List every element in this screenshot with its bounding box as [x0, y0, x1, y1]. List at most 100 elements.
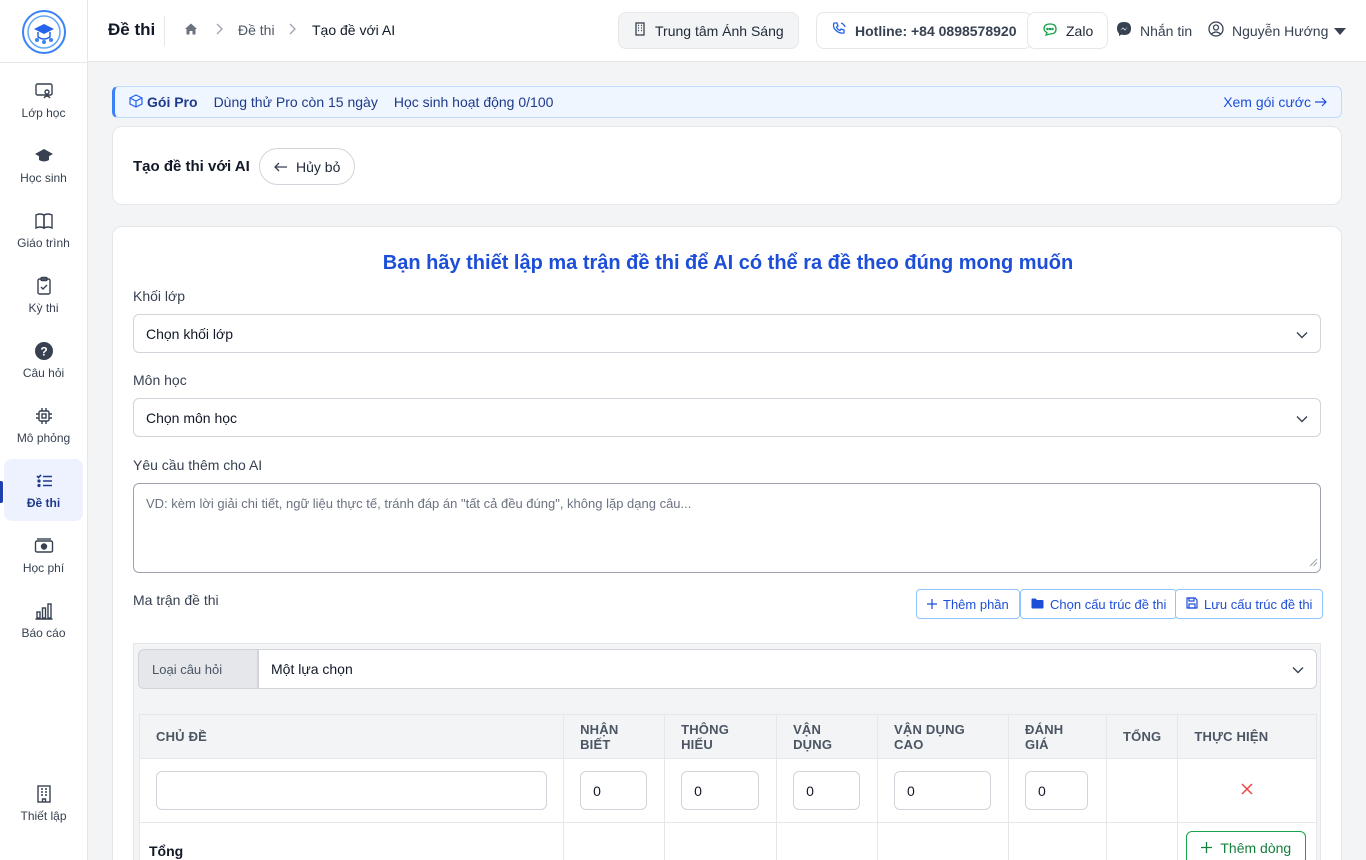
- sidebar-item-hoc-sinh[interactable]: Học sinh: [4, 134, 83, 196]
- subject-select-value: Chọn môn học: [146, 409, 238, 426]
- money-icon: [34, 536, 54, 556]
- add-row-button[interactable]: Thêm dòng: [1186, 831, 1307, 860]
- zalo-label: Zalo: [1066, 22, 1094, 39]
- cancel-label: Hủy bỏ: [296, 158, 341, 175]
- chevron-right-icon: [287, 22, 297, 39]
- plus-icon: [1201, 840, 1220, 856]
- messenger-link[interactable]: Nhắn tin: [1116, 12, 1192, 49]
- total-cell: [664, 822, 778, 860]
- total-label-cell: Tổng: [138, 822, 565, 860]
- question-type-value: Một lựa chọn: [271, 661, 353, 677]
- caret-down-icon: [1334, 23, 1354, 39]
- row-total-cell: [1105, 758, 1179, 823]
- sidebar-item-label: Mô phỏng: [16, 430, 71, 445]
- cancel-button[interactable]: Hủy bỏ: [259, 148, 356, 185]
- delete-row-button[interactable]: [1194, 782, 1300, 799]
- user-menu[interactable]: Nguyễn Hướng: [1208, 12, 1354, 49]
- graduation-cap-icon: [34, 146, 54, 166]
- center-name: Trung tâm Ánh Sáng: [655, 22, 784, 39]
- column-header: CHỦ ĐỀ: [138, 714, 565, 759]
- ai-request-textarea[interactable]: VD: kèm lời giải chi tiết, ngữ liệu thực…: [133, 483, 1321, 573]
- apply-high-cell: 0: [877, 758, 1010, 823]
- column-header: TỔNG: [1105, 714, 1179, 759]
- sidebar-item-thiet-lap[interactable]: Thiết lập: [4, 772, 83, 834]
- apply-input[interactable]: 0: [793, 771, 861, 810]
- question-type-select[interactable]: Một lựa chọn: [258, 649, 1317, 689]
- top-header: Đề thi Đề thi Tạo đề với AI Trung tâm Án…: [88, 0, 1366, 62]
- sidebar-item-cau-hoi[interactable]: ? Câu hỏi: [4, 329, 83, 391]
- add-section-button[interactable]: Thêm phần: [916, 589, 1020, 619]
- column-header: NHẬN BIẾT: [563, 714, 666, 759]
- sidebar-divider: [0, 62, 88, 63]
- header-divider: [164, 16, 165, 46]
- understand-input[interactable]: 0: [681, 771, 760, 810]
- chevron-down-icon: [1296, 410, 1308, 426]
- action-cell: [1177, 758, 1317, 823]
- column-header: ĐÁNH GIÁ: [1008, 714, 1107, 759]
- table-row: 0 0 0 0 0: [138, 758, 1317, 823]
- form-heading: Bạn hãy thiết lập ma trận đề thi để AI c…: [382, 252, 1074, 274]
- hotline-button[interactable]: Hotline: +84 0898578920: [816, 12, 1032, 49]
- sidebar-item-ky-thi[interactable]: Kỳ thi: [4, 264, 83, 326]
- sidebar-item-lop-hoc[interactable]: Lớp học: [4, 69, 83, 131]
- recognize-input[interactable]: 0: [580, 771, 648, 810]
- matrix-table: CHỦ ĐỀ NHẬN BIẾT THÔNG HIỂU VẬN DỤNG VẬN…: [138, 714, 1317, 860]
- column-header: VẬN DỤNG CAO: [877, 714, 1010, 759]
- sidebar-item-giao-trinh[interactable]: Giáo trình: [4, 199, 83, 261]
- page-toolbar-card: Tạo đề thi với AI Hủy bỏ: [112, 126, 1342, 205]
- column-header: VẬN DỤNG: [776, 714, 879, 759]
- sidebar-item-de-thi[interactable]: Đề thi: [4, 459, 83, 521]
- breadcrumb-de-thi[interactable]: Đề thi: [238, 22, 275, 38]
- add-row-label: Thêm dòng: [1220, 840, 1292, 856]
- user-name: Nguyễn Hướng: [1232, 22, 1329, 39]
- add-row-cell: Thêm dòng: [1177, 822, 1317, 860]
- grade-select[interactable]: Chọn khối lớp: [133, 314, 1321, 353]
- evaluate-input[interactable]: 0: [1025, 771, 1089, 810]
- subject-label: Môn học: [133, 372, 187, 388]
- sidebar-item-hoc-phi[interactable]: Học phí: [4, 524, 83, 586]
- arrow-right-icon: [1315, 94, 1327, 110]
- user-circle-icon: [1208, 21, 1232, 40]
- card-title: Tạo đề thi với AI: [133, 158, 250, 175]
- save-structure-button[interactable]: Lưu cấu trúc đề thi: [1175, 589, 1324, 619]
- sidebar-item-label: Học phí: [22, 560, 65, 575]
- messenger-label: Nhắn tin: [1140, 22, 1193, 39]
- grade-select-value: Chọn khối lớp: [146, 325, 234, 342]
- choose-structure-button[interactable]: Chọn cấu trúc đề thi: [1020, 589, 1178, 619]
- topic-cell: [138, 758, 565, 823]
- center-switcher-button[interactable]: Trung tâm Ánh Sáng: [618, 12, 799, 49]
- active-indicator: [0, 481, 3, 503]
- sidebar-item-label: Lớp học: [21, 105, 66, 120]
- chevron-down-icon: [1292, 661, 1304, 677]
- building-icon: [34, 784, 54, 804]
- question-circle-icon: ?: [34, 341, 54, 361]
- resize-handle-icon[interactable]: [1309, 555, 1318, 570]
- chip-icon: [34, 406, 54, 426]
- sidebar-item-bao-cao[interactable]: Báo cáo: [4, 589, 83, 651]
- sidebar-item-label: Đề thi: [26, 495, 61, 510]
- home-icon[interactable]: [184, 22, 198, 39]
- sidebar-item-mo-phong[interactable]: Mô phỏng: [4, 394, 83, 456]
- recognize-cell: 0: [563, 758, 666, 823]
- sidebar-item-label: Kỳ thi: [28, 300, 59, 315]
- evaluate-cell: 0: [1008, 758, 1107, 823]
- total-cell: [563, 822, 666, 860]
- save-icon: [1186, 596, 1204, 612]
- matrix-section: Loại câu hỏi Một lựa chọn CHỦ ĐỀ NHẬN BI…: [133, 643, 1321, 860]
- pro-banner: Gói Pro Dùng thử Pro còn 15 ngày Học sin…: [112, 86, 1342, 118]
- apply-high-input[interactable]: 0: [894, 771, 992, 810]
- subject-select[interactable]: Chọn môn học: [133, 398, 1321, 437]
- breadcrumb-current: Tạo đề với AI: [312, 22, 396, 38]
- package-icon: [129, 93, 147, 111]
- svg-text:?: ?: [40, 344, 47, 358]
- logo-icon[interactable]: [22, 10, 66, 54]
- page-title: Đề thi: [108, 20, 156, 39]
- matrix-label: Ma trận đề thi: [133, 592, 219, 608]
- sidebar: Lớp học Học sinh Giáo trình Kỳ thi ? Câu…: [0, 0, 88, 860]
- sidebar-item-label: Học sinh: [20, 170, 67, 185]
- topic-input[interactable]: [156, 771, 548, 810]
- zalo-button[interactable]: Zalo: [1027, 12, 1109, 49]
- choose-structure-label: Chọn cấu trúc đề thi: [1050, 596, 1167, 612]
- view-plans-link[interactable]: Xem gói cước: [1223, 94, 1327, 110]
- sidebar-item-label: Báo cáo: [21, 625, 66, 640]
